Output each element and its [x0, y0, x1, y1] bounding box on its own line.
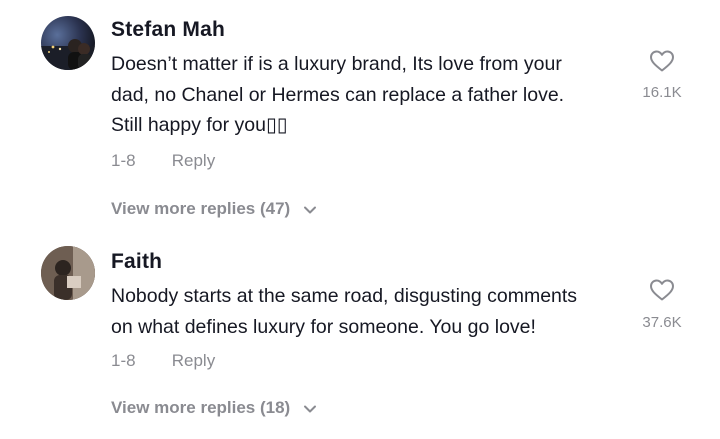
avatar[interactable]	[41, 16, 95, 70]
comment-username[interactable]: Faith	[111, 250, 162, 274]
heart-outline-icon[interactable]	[649, 49, 675, 73]
comment-meta: 1-8 Reply	[111, 151, 215, 171]
comment-text: Doesn’t matter if is a luxury brand, Its…	[111, 49, 631, 141]
avatar[interactable]	[41, 246, 95, 300]
like-count: 37.6K	[642, 314, 682, 331]
chevron-down-icon	[303, 206, 316, 214]
comment-list: Stefan Mah Doesn’t matter if is a luxury…	[0, 0, 720, 439]
view-more-replies-label: View more replies (47)	[111, 199, 291, 218]
avatar-photo	[41, 39, 95, 70]
comment-username[interactable]: Stefan Mah	[111, 18, 225, 42]
chevron-down-icon	[303, 405, 316, 413]
reply-button[interactable]: Reply	[172, 351, 215, 370]
comment-text-line: Nobody starts at the same road, disgusti…	[111, 285, 578, 307]
comment-date: 1-8	[111, 151, 136, 170]
comment-date: 1-8	[111, 351, 136, 370]
comment-text-line: dad, no Chanel or Hermes can replace a f…	[111, 83, 565, 106]
avatar-photo	[41, 246, 95, 300]
view-more-replies-button[interactable]: View more replies (18)	[111, 398, 317, 418]
comment-text-line: on what defines luxury for someone. You …	[111, 315, 536, 338]
view-more-replies-label: View more replies (18)	[111, 398, 291, 417]
reply-button[interactable]: Reply	[172, 151, 215, 170]
heart-outline-icon[interactable]	[649, 278, 675, 302]
view-more-replies-button[interactable]: View more replies (47)	[111, 199, 317, 219]
like-count: 16.1K	[642, 84, 682, 101]
comment-text-line: Doesn’t matter if is a luxury brand, Its…	[111, 53, 562, 75]
comment-meta: 1-8 Reply	[111, 351, 215, 371]
comment-text-line: Still happy for you▯▯	[111, 114, 288, 136]
comment-text: Nobody starts at the same road, disgusti…	[111, 281, 631, 342]
